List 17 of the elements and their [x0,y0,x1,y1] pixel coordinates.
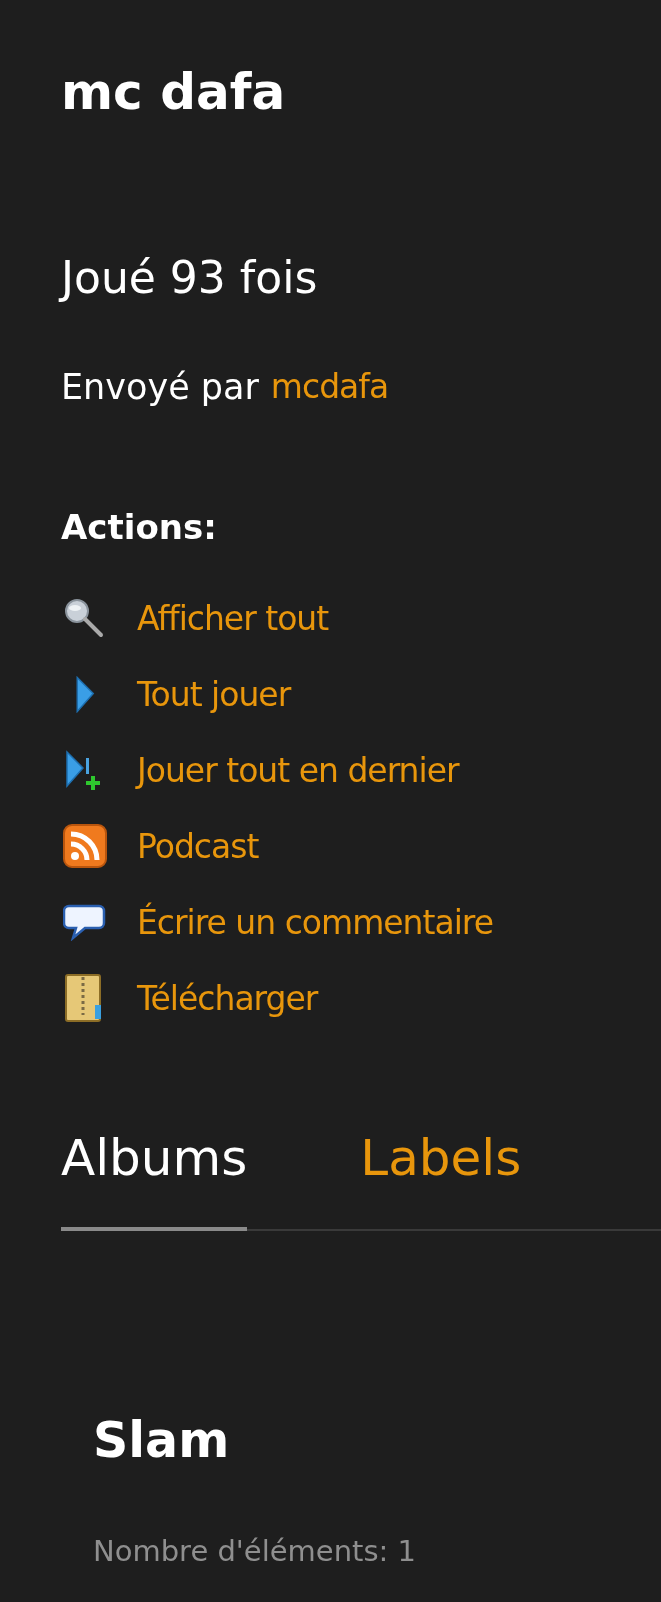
action-link[interactable]: Afficher tout [137,598,329,638]
album-title[interactable]: Slam [93,1411,661,1471]
action-link[interactable]: Tout jouer [137,674,291,714]
play-icon [75,675,95,713]
item-count: Nombre d'éléments: 1 [93,1533,417,1569]
action-link[interactable]: Télécharger [137,978,318,1018]
speech-bubble-icon [63,903,107,941]
rss-icon [63,824,107,868]
action-link[interactable]: Podcast [137,826,259,866]
action-link[interactable]: Jouer tout en dernier [137,750,459,790]
actions-heading: Actions: [61,506,218,549]
action-link[interactable]: Écrire un commentaire [137,902,493,942]
tab[interactable]: Labels [360,1128,522,1231]
tab[interactable]: Albums [61,1128,248,1231]
artist-title: mc dafa [61,62,287,122]
user-link[interactable]: mcdafa [270,365,389,409]
uploaded-by-label: Envoyé par [61,366,259,409]
